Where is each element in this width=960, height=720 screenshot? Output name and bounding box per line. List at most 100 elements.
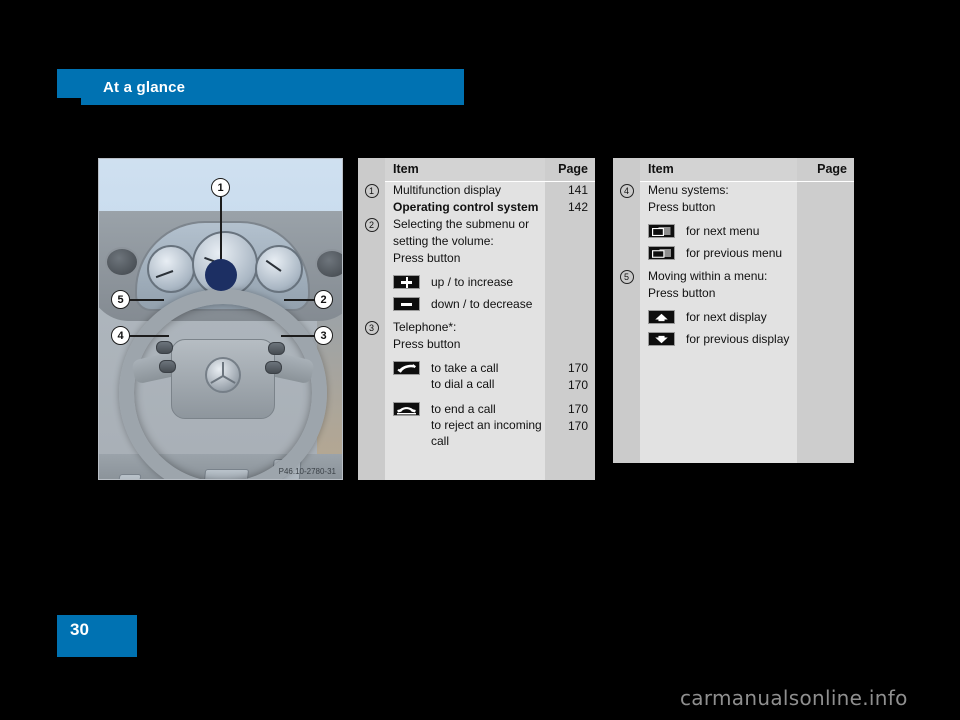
row-page-ref: 141	[567, 183, 588, 197]
table-row: Press button	[358, 250, 595, 267]
table-row-icon: for next display	[613, 309, 854, 325]
row-item-text: Press button	[648, 200, 716, 214]
table-row: 1 Multifunction display 141	[358, 182, 595, 199]
table-left-header-page: Page	[545, 158, 595, 182]
leader-line-5	[129, 299, 164, 301]
row-number: 2	[358, 216, 385, 232]
callout-4: 4	[111, 326, 130, 345]
row-number	[358, 250, 385, 252]
page-number-box	[57, 615, 137, 657]
air-vent-right	[315, 249, 342, 279]
row-number: 3	[358, 319, 385, 335]
icon-label: to take a call	[431, 361, 499, 375]
page-number: 30	[70, 620, 89, 639]
table-left: Item Page 1 Multifunction display 141 Op…	[358, 158, 595, 480]
minus-button-icon	[393, 297, 420, 311]
row-item-text: Press button	[393, 251, 461, 265]
icon-label: to end a call	[431, 402, 496, 416]
air-vent-left	[105, 247, 139, 277]
phone-offhook-glyph	[397, 363, 416, 373]
table-row: Press button	[358, 336, 595, 353]
row-number	[358, 303, 385, 305]
table-right-header-gutter	[613, 158, 640, 182]
icon-label: for previous menu	[686, 246, 783, 260]
callout-2: 2	[314, 290, 333, 309]
icon-cell: for next display	[640, 309, 797, 325]
icon-label: for previous display	[686, 332, 790, 346]
table-right: Item Page 4 Menu systems: Press button f…	[613, 158, 854, 463]
previous-menu-icon	[648, 246, 675, 260]
table-row-icon: to take a call to dial a call 170 170	[358, 360, 595, 394]
row-number	[358, 336, 385, 338]
row-spacer	[358, 353, 595, 360]
row-page-group: 170 170	[545, 360, 595, 394]
wheel-button-2	[268, 342, 285, 355]
row-page-group: 170 170	[545, 401, 595, 435]
table-row: 4 Menu systems:	[613, 182, 854, 199]
callout-3: 3	[314, 326, 333, 345]
table-row-icon: to end a call to reject an incoming call…	[358, 401, 595, 449]
icon-label: for next display	[686, 310, 767, 324]
table-row-icon: for previous display	[613, 331, 854, 347]
row-page-ref: 170	[567, 361, 588, 375]
row-number: 4	[613, 182, 640, 198]
row-spacer	[358, 267, 595, 274]
row-page-ref: 170	[567, 419, 588, 433]
row-item-text: setting the volume:	[393, 234, 494, 248]
mercedes-star-emblem	[205, 357, 241, 393]
row-item-text: Multifunction display	[393, 183, 502, 197]
icon-label: to reject an incoming	[431, 418, 542, 432]
table-row-icon: down / to decrease	[358, 296, 595, 312]
table-row: setting the volume:	[358, 233, 595, 250]
table-row-icon: for previous menu	[613, 245, 854, 261]
icon-cell: for previous display	[640, 331, 797, 347]
previous-menu-glyph	[652, 248, 671, 258]
table-left-header-item: Item	[385, 158, 545, 182]
icon-cell: to take a call to dial a call	[385, 360, 545, 392]
row-page-ref: 142	[567, 200, 588, 214]
steering-wheel-figure: 1 5 4 2 3 P46.10-2780-31	[98, 158, 343, 480]
table-left-header-gutter	[358, 158, 385, 182]
table-row-icon: up / to increase	[358, 274, 595, 290]
row-item-text: Selecting the submenu or	[393, 217, 530, 231]
arrow-up-icon	[648, 310, 675, 324]
row-number	[613, 199, 640, 201]
row-number	[358, 233, 385, 235]
row-number	[613, 252, 640, 254]
row-item-text: Menu systems:	[648, 183, 729, 197]
table-left-body: 1 Multifunction display 141 Operating co…	[358, 182, 595, 480]
pedal-clutch	[114, 474, 142, 479]
arrow-down-icon	[648, 332, 675, 346]
row-spacer	[613, 216, 854, 223]
row-number	[358, 199, 385, 201]
row-page-ref: 170	[567, 402, 588, 416]
row-page-ref: 170	[567, 378, 588, 392]
table-row: Press button	[613, 199, 854, 216]
phone-offhook-icon	[393, 361, 420, 375]
table-right-body: 4 Menu systems: Press button for next me…	[613, 182, 854, 463]
gauge-right	[255, 245, 303, 293]
table-right-header-item: Item	[640, 158, 797, 182]
phone-onhook-glyph	[397, 406, 416, 414]
row-number	[613, 230, 640, 232]
leader-line-1	[220, 197, 222, 267]
display-marker-1	[205, 259, 237, 291]
icon-cell: up / to increase	[385, 274, 545, 290]
table-right-header-page: Page	[797, 158, 854, 182]
wheel-button-3	[265, 361, 282, 374]
icon-label: down / to decrease	[431, 297, 533, 311]
gauge-left	[147, 245, 195, 293]
manual-page: At a glance 1 5 4 2 3 P46.10-2780-31 Ite…	[0, 0, 960, 720]
icon-cell: to end a call to reject an incoming call	[385, 401, 545, 449]
next-menu-glyph	[652, 226, 671, 236]
icon-label-stack: to end a call to reject an incoming call	[431, 401, 542, 449]
site-watermark: carmanualsonline.info	[680, 686, 908, 710]
plus-button-icon	[393, 275, 420, 289]
arrow-down-glyph	[652, 334, 671, 344]
row-spacer	[613, 261, 854, 268]
leader-line-4	[129, 335, 169, 337]
icon-label: up / to increase	[431, 275, 514, 289]
section-header-notch	[57, 98, 81, 107]
callout-5: 5	[111, 290, 130, 309]
row-item-text: Press button	[648, 286, 716, 300]
